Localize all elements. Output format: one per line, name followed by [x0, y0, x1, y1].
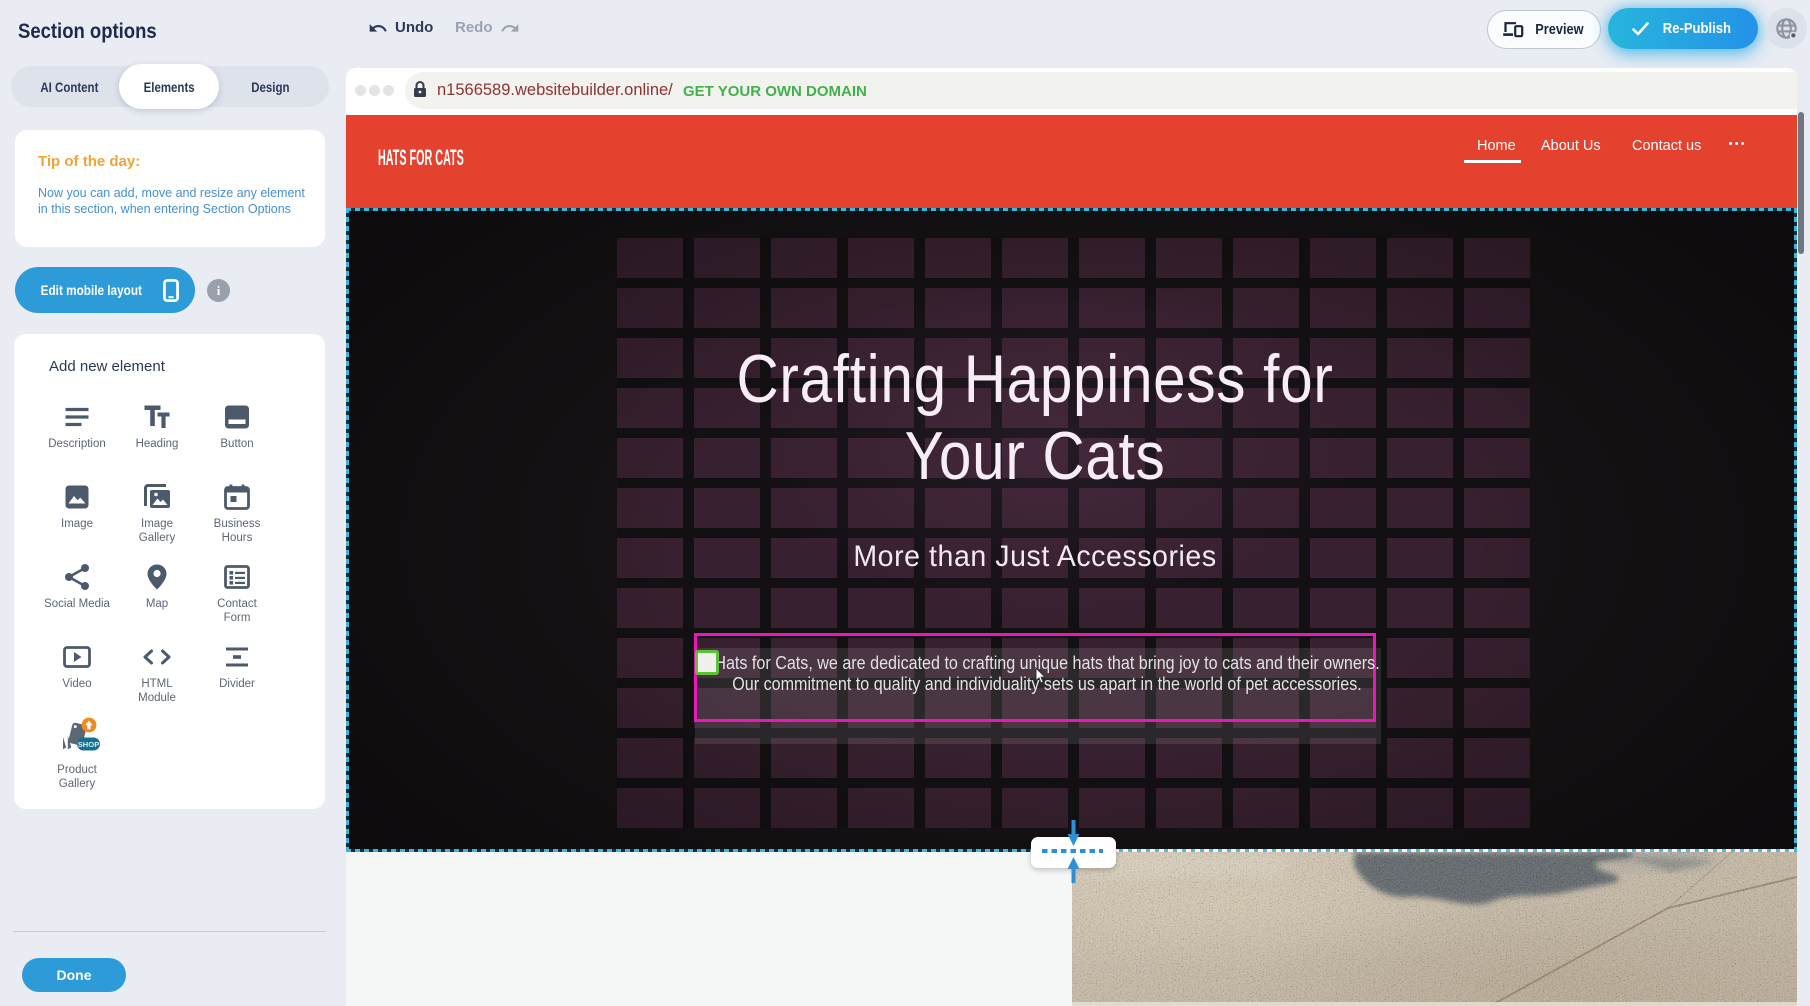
svg-text:SHOP: SHOP: [78, 740, 100, 749]
